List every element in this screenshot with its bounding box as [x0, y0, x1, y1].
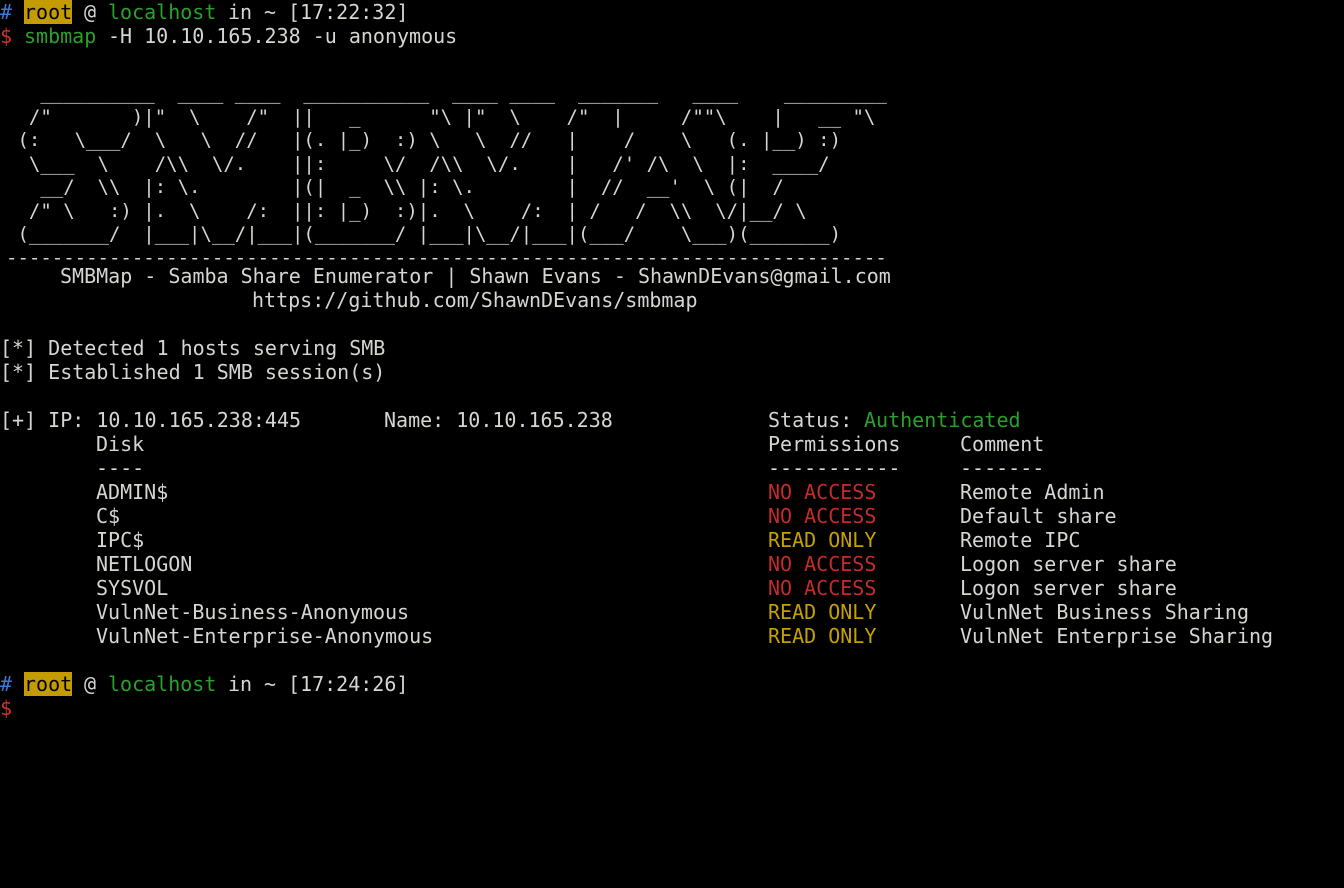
header-disk: Disk: [96, 432, 145, 456]
prompt-line-2: # root @ localhost in ~ [17:24:26]: [0, 672, 408, 696]
prompt-hash: #: [0, 0, 13, 24]
underline-permissions: -----------: [768, 456, 901, 480]
share-permissions: NO ACCESS: [768, 504, 877, 528]
prompt-in: in: [228, 672, 253, 696]
share-comment: Default share: [960, 504, 1117, 528]
share-name: C$: [96, 504, 121, 528]
header-comment: Comment: [960, 432, 1045, 456]
command-program: smbmap: [24, 24, 97, 48]
share-permissions: READ ONLY: [768, 600, 877, 624]
smbmap-ascii-logo: __________ ____ ____ ___________ ____ __…: [6, 82, 887, 269]
prompt-dir: ~: [264, 672, 277, 696]
prompt-at: @: [84, 0, 97, 24]
share-name: SYSVOL: [96, 576, 169, 600]
underline-disk: ----: [96, 456, 145, 480]
share-comment: VulnNet Enterprise Sharing: [960, 624, 1274, 648]
share-name: ADMIN$: [96, 480, 169, 504]
share-comment: Logon server share: [960, 576, 1177, 600]
detected-message: [*] Detected 1 hosts serving SMB: [0, 336, 386, 360]
banner-url-line: https://github.com/ShawnDEvans/smbmap: [0, 288, 698, 312]
session-message: [*] Established 1 SMB session(s): [0, 360, 386, 384]
prompt-time: [17:22:32]: [288, 0, 409, 24]
command-line: $ smbmap -H 10.10.165.238 -u anonymous: [0, 24, 457, 48]
share-name: NETLOGON: [96, 552, 193, 576]
share-permissions: NO ACCESS: [768, 552, 877, 576]
share-permissions: NO ACCESS: [768, 480, 877, 504]
prompt-in: in: [228, 0, 253, 24]
input-line[interactable]: $: [0, 696, 48, 720]
status-value: Authenticated: [864, 408, 1021, 432]
prompt-line: # root @ localhost in ~ [17:22:32]: [0, 0, 408, 24]
share-name: VulnNet-Enterprise-Anonymous: [96, 624, 434, 648]
table-header-underline: ---- ----------- -------: [0, 456, 1344, 480]
banner-title: SMBMap - Samba Share Enumerator | Shawn …: [60, 264, 891, 288]
banner-title-line: SMBMap - Samba Share Enumerator | Shawn …: [0, 264, 891, 288]
table-row: SYSVOL NO ACCESS Logon server share: [0, 576, 1344, 600]
share-permissions: READ ONLY: [768, 528, 877, 552]
prompt-host: localhost: [108, 672, 217, 696]
prompt-hash: #: [0, 672, 13, 696]
prompt-user: root: [24, 0, 73, 24]
prompt-dollar: $: [0, 696, 13, 720]
host-name: Name: 10.10.165.238: [384, 408, 613, 432]
underline-comment: -------: [960, 456, 1045, 480]
host-ip: [+] IP: 10.10.165.238:445: [0, 408, 302, 432]
status-label: Status:: [768, 408, 853, 432]
share-comment: Remote Admin: [960, 480, 1105, 504]
share-permissions: READ ONLY: [768, 624, 877, 648]
share-comment: Remote IPC: [960, 528, 1081, 552]
prompt-user: root: [24, 672, 73, 696]
table-row: NETLOGON NO ACCESS Logon server share: [0, 552, 1344, 576]
table-header: Disk Permissions Comment: [0, 432, 1344, 456]
share-permissions: NO ACCESS: [768, 576, 877, 600]
prompt-host: localhost: [108, 0, 217, 24]
prompt-dir: ~: [264, 0, 277, 24]
table-row: VulnNet-Enterprise-Anonymous READ ONLY Vul…: [0, 624, 1344, 648]
prompt-dollar: $: [0, 24, 13, 48]
table-row: VulnNet-Business-Anonymous READ ONLY VulnN…: [0, 600, 1344, 624]
terminal-window[interactable]: # root @ localhost in ~ [17:22:32] $ smb…: [0, 0, 1344, 720]
banner-url: https://github.com/ShawnDEvans/smbmap: [252, 288, 698, 312]
share-name: VulnNet-Business-Anonymous: [96, 600, 410, 624]
share-name: IPC$: [96, 528, 145, 552]
header-permissions: Permissions: [768, 432, 901, 456]
table-row: C$ NO ACCESS Default share: [0, 504, 1344, 528]
share-comment: VulnNet Business Sharing: [960, 600, 1249, 624]
prompt-at: @: [84, 672, 97, 696]
share-comment: Logon server share: [960, 552, 1177, 576]
table-row: ADMIN$ NO ACCESS Remote Admin: [0, 480, 1344, 504]
host-info-line: [+] IP: 10.10.165.238:445 Name: 10.10.16…: [0, 408, 1344, 432]
command-args: -H 10.10.165.238 -u anonymous: [108, 24, 458, 48]
table-row: IPC$ READ ONLY Remote IPC: [0, 528, 1344, 552]
prompt-time: [17:24:26]: [288, 672, 409, 696]
